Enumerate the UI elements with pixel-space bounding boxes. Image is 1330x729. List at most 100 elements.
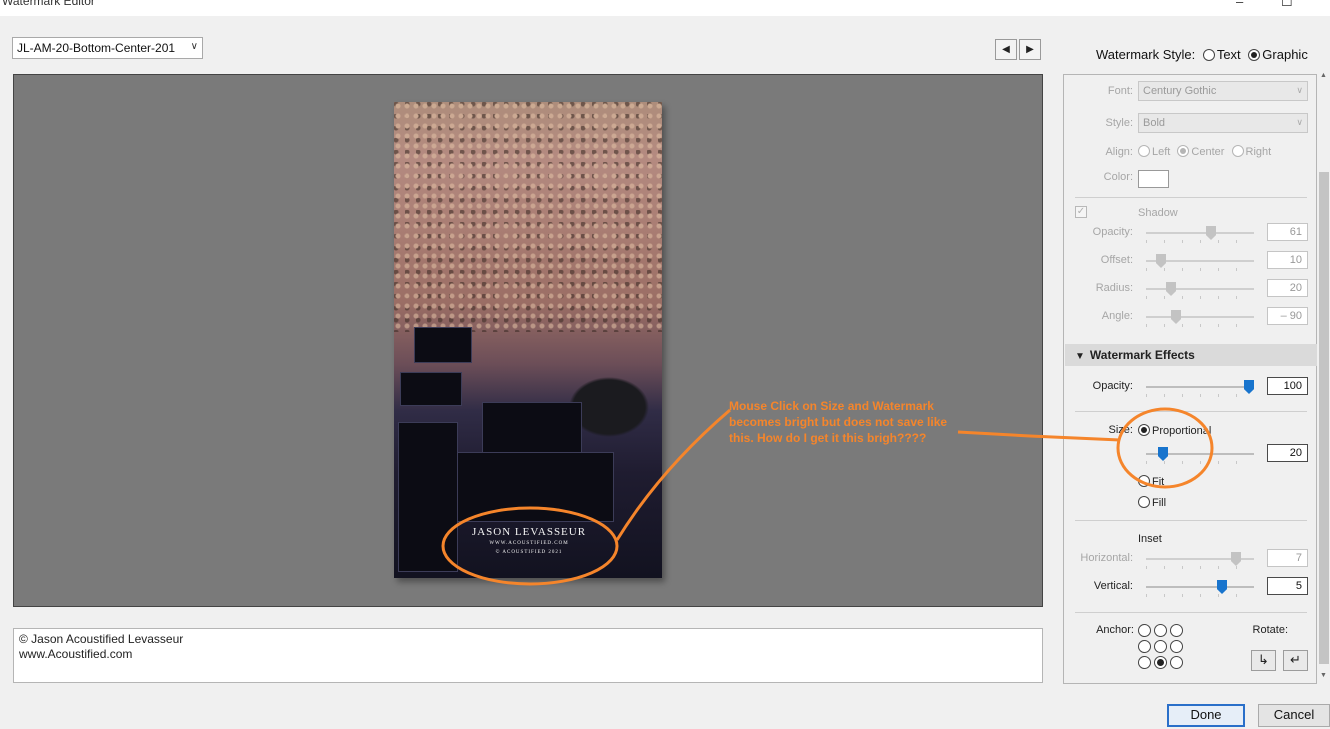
- shadow-radius-slider[interactable]: [1146, 282, 1254, 299]
- style-dropdown[interactable]: Bold ∨: [1138, 113, 1308, 133]
- done-button[interactable]: Done: [1167, 704, 1245, 727]
- style-value: Bold: [1143, 117, 1166, 129]
- watermark-url: WWW.ACOUSTIFIED.COM: [489, 541, 569, 546]
- color-swatch[interactable]: [1138, 170, 1169, 188]
- align-label: Align:: [1105, 146, 1133, 158]
- crowd-texture: [394, 102, 662, 332]
- title-bar: Watermark Editor – ☐: [0, 0, 1330, 16]
- size-proportional-label[interactable]: Proportional: [1152, 425, 1211, 437]
- preset-value: JL-AM-20-Bottom-Center-201: [17, 41, 176, 55]
- size-proportional-radio[interactable]: [1138, 424, 1150, 436]
- cancel-button[interactable]: Cancel: [1258, 704, 1330, 727]
- divider: [1075, 612, 1307, 613]
- watermark-style-label: Watermark Style:: [1096, 47, 1196, 62]
- style-text-label[interactable]: Text: [1217, 47, 1241, 62]
- shadow-angle-slider[interactable]: [1146, 310, 1254, 327]
- size-fit-label[interactable]: Fit: [1152, 476, 1164, 488]
- inset-vertical-slider[interactable]: [1146, 580, 1254, 597]
- divider: [1075, 411, 1307, 412]
- panel-scrollbar[interactable]: ▲ ▼: [1318, 72, 1330, 684]
- anchor-middle-left[interactable]: [1138, 640, 1151, 653]
- watermark-effects-title: Watermark Effects: [1089, 348, 1195, 362]
- previous-image-button[interactable]: ◀: [995, 39, 1017, 60]
- shadow-offset-input[interactable]: 10: [1267, 251, 1308, 269]
- scrollbar-thumb[interactable]: [1319, 172, 1329, 664]
- amp-rack: [400, 372, 462, 406]
- size-fill-option[interactable]: Fill: [1134, 496, 1166, 509]
- scroll-up-icon[interactable]: ▲: [1320, 72, 1327, 79]
- speaker-stack: [398, 422, 458, 572]
- shadow-offset-label: Offset:: [1100, 254, 1133, 266]
- road-case: [454, 452, 614, 522]
- inset-horizontal-slider[interactable]: [1146, 552, 1254, 569]
- style-graphic-radio[interactable]: [1248, 49, 1261, 61]
- inset-horizontal-input[interactable]: 7: [1267, 549, 1308, 567]
- anchor-bottom-center[interactable]: [1154, 656, 1167, 669]
- shadow-opacity-label: Opacity:: [1092, 226, 1133, 238]
- anchor-top-right[interactable]: [1170, 624, 1183, 637]
- inset-label: Inset: [1138, 533, 1162, 545]
- shadow-checkbox[interactable]: ✓: [1075, 206, 1087, 218]
- size-input[interactable]: 20: [1267, 444, 1308, 462]
- align-left-label[interactable]: Left: [1152, 146, 1170, 158]
- watermark-effects-header[interactable]: ▼ Watermark Effects: [1065, 344, 1317, 366]
- collapse-triangle-icon[interactable]: ▼: [1075, 351, 1085, 362]
- anchor-bottom-right[interactable]: [1170, 656, 1183, 669]
- font-dropdown[interactable]: Century Gothic ∨: [1138, 81, 1308, 101]
- align-right-label[interactable]: Right: [1246, 146, 1272, 158]
- rotate-counterclockwise-button[interactable]: ↳: [1251, 650, 1276, 671]
- size-proportional-option[interactable]: Proportional: [1134, 424, 1211, 437]
- effects-opacity-slider[interactable]: [1146, 380, 1254, 397]
- align-center-radio[interactable]: [1177, 145, 1190, 157]
- chevron-down-icon: ∨: [1296, 117, 1303, 127]
- effects-opacity-input[interactable]: 100: [1267, 377, 1308, 395]
- window-title: Watermark Editor: [2, 0, 95, 8]
- shadow-radius-label: Radius:: [1095, 282, 1133, 294]
- scroll-down-icon[interactable]: ▼: [1320, 672, 1327, 679]
- watermark-preview[interactable]: JASON LEVASSEUR WWW.ACOUSTIFIED.COM © AC…: [464, 526, 594, 557]
- minimize-icon[interactable]: –: [1236, 0, 1243, 9]
- shadow-opacity-slider[interactable]: [1146, 226, 1254, 243]
- anchor-bottom-left[interactable]: [1138, 656, 1151, 669]
- inset-vertical-input[interactable]: 5: [1267, 577, 1308, 595]
- amp-head: [482, 402, 582, 454]
- watermark-name: JASON LEVASSEUR: [471, 526, 587, 538]
- align-left-radio[interactable]: [1138, 145, 1150, 157]
- effects-opacity-label: Opacity:: [1092, 380, 1133, 392]
- style-graphic-label[interactable]: Graphic: [1262, 47, 1308, 62]
- size-fill-radio[interactable]: [1138, 496, 1150, 508]
- size-slider[interactable]: [1146, 447, 1254, 464]
- chevron-down-icon: ∨: [1296, 85, 1303, 95]
- shadow-radius-input[interactable]: 20: [1267, 279, 1308, 297]
- annotation-text: Mouse Click on Size and Watermark become…: [729, 399, 948, 445]
- style-label: Style:: [1105, 117, 1133, 129]
- watermark-copyright: © ACOUSTIFIED 2021: [495, 550, 563, 555]
- next-image-button[interactable]: ▶: [1019, 39, 1041, 60]
- font-value: Century Gothic: [1143, 85, 1217, 97]
- shadow-opacity-input[interactable]: 61: [1267, 223, 1308, 241]
- size-label: Size:: [1108, 424, 1133, 436]
- preset-dropdown[interactable]: JL-AM-20-Bottom-Center-201 ∨: [12, 37, 203, 59]
- shadow-angle-input[interactable]: – 90: [1267, 307, 1308, 325]
- caption-line-1: © Jason Acoustified Levasseur: [19, 632, 184, 646]
- anchor-middle-right[interactable]: [1170, 640, 1183, 653]
- rotate-clockwise-button[interactable]: ↵: [1283, 650, 1308, 671]
- divider: [1075, 197, 1307, 198]
- maximize-icon[interactable]: ☐: [1281, 0, 1293, 10]
- style-text-radio[interactable]: [1202, 49, 1215, 61]
- inset-horizontal-label: Horizontal:: [1080, 552, 1133, 564]
- shadow-offset-slider[interactable]: [1146, 254, 1254, 271]
- size-fit-radio[interactable]: [1138, 475, 1150, 487]
- shadow-label: Shadow: [1138, 207, 1178, 219]
- anchor-top-left[interactable]: [1138, 624, 1151, 637]
- rotate-label: Rotate:: [1252, 624, 1288, 636]
- anchor-top-center[interactable]: [1154, 624, 1167, 637]
- align-right-radio[interactable]: [1231, 145, 1244, 157]
- size-fill-label[interactable]: Fill: [1152, 497, 1166, 509]
- watermark-text-field[interactable]: © Jason Acoustified Levasseur www.Acoust…: [13, 628, 1043, 683]
- anchor-middle-center[interactable]: [1154, 640, 1167, 653]
- size-fit-option[interactable]: Fit: [1134, 475, 1164, 488]
- align-center-label[interactable]: Center: [1191, 146, 1224, 158]
- inset-vertical-label: Vertical:: [1093, 580, 1133, 592]
- color-label: Color:: [1103, 171, 1133, 183]
